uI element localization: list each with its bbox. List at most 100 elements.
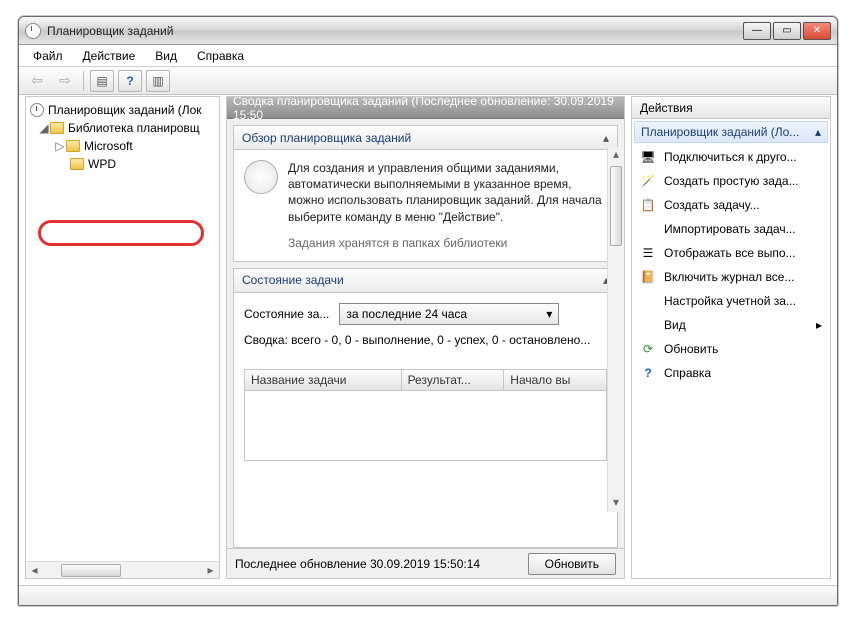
action-label: Настройка учетной за...	[664, 294, 796, 308]
tree-root[interactable]: Планировщик заданий (Лок	[26, 101, 219, 119]
expand-icon[interactable]: ▷	[54, 139, 66, 153]
folder-icon	[70, 158, 84, 170]
period-select[interactable]: за последние 24 часа ▾	[339, 303, 559, 325]
action-label: Импортировать задач...	[664, 222, 796, 236]
scroll-right-icon[interactable]: ▸	[202, 563, 219, 577]
last-update-text: Последнее обновление 30.09.2019 15:50:14	[235, 557, 480, 571]
scroll-left-icon[interactable]: ◂	[26, 563, 43, 577]
menu-file[interactable]: Файл	[25, 47, 71, 65]
close-button[interactable]: ✕	[803, 22, 831, 40]
maximize-button[interactable]: ▭	[773, 22, 801, 40]
back-button[interactable]: ⇦	[25, 70, 49, 92]
list-icon: ☰	[640, 245, 656, 261]
col-start[interactable]: Начало вы	[504, 370, 606, 390]
title-bar[interactable]: Планировщик заданий — ▭ ✕	[19, 17, 837, 45]
actions-list: 🖥Подключиться к друго... 🪄 Создать просту…	[632, 143, 830, 387]
folder-icon	[66, 140, 80, 152]
action-label: Отображать все выпо...	[664, 246, 796, 260]
collapse-up-icon[interactable]: ▴	[815, 125, 821, 139]
tree-root-label: Планировщик заданий (Лок	[48, 103, 202, 117]
actions-pane: Действия Планировщик заданий (Ло... ▴ 🖥П…	[631, 96, 831, 579]
refresh-button[interactable]: Обновить	[528, 553, 616, 575]
actions-subheader[interactable]: Планировщик заданий (Ло... ▴	[634, 121, 828, 143]
action-label: Создать простую зада...	[664, 174, 799, 188]
refresh-icon: ⟳	[640, 341, 656, 357]
overview-truncated: Задания хранятся в папках библиотеки	[288, 235, 607, 251]
settings-icon	[640, 293, 656, 309]
menu-action[interactable]: Действие	[75, 47, 144, 65]
summary-footer: Последнее обновление 30.09.2019 15:50:14…	[227, 548, 624, 578]
action-at-account[interactable]: Настройка учетной за...	[634, 289, 828, 313]
actions-context: Планировщик заданий (Ло...	[641, 125, 799, 139]
tree-hscrollbar[interactable]: ◂ ▸	[26, 561, 219, 578]
show-hide-actions-button[interactable]: ▥	[146, 70, 170, 92]
action-create-task[interactable]: 📋 Создать задачу...	[634, 193, 828, 217]
task-grid-body[interactable]	[244, 391, 607, 461]
period-value: за последние 24 часа	[346, 307, 467, 321]
view-icon	[640, 317, 656, 333]
summary-pane: Сводка планировщика заданий (Последнее о…	[226, 96, 625, 579]
action-import[interactable]: Импортировать задач...	[634, 217, 828, 241]
minimize-button[interactable]: —	[743, 22, 771, 40]
action-show-running[interactable]: ☰ Отображать все выпо...	[634, 241, 828, 265]
scheduler-icon	[30, 103, 44, 117]
col-result[interactable]: Результат...	[402, 370, 505, 390]
scroll-down-icon[interactable]: ▾	[608, 495, 624, 512]
import-icon	[640, 221, 656, 237]
tree-wpd-label: WPD	[88, 157, 116, 171]
state-panel: Состояние задачи ▴ Состояние за... за по…	[233, 268, 618, 548]
task-tree[interactable]: Планировщик заданий (Лок ◢ Библиотека пл…	[26, 97, 219, 561]
state-header[interactable]: Состояние задачи ▴	[234, 269, 617, 293]
action-label: Создать задачу...	[664, 198, 760, 212]
tree-microsoft[interactable]: ▷ Microsoft	[26, 137, 219, 155]
state-title: Состояние задачи	[242, 273, 344, 287]
collapse-up-icon[interactable]: ▴	[603, 131, 609, 145]
action-create-basic[interactable]: 🪄 Создать простую зада...	[634, 169, 828, 193]
submenu-arrow-icon: ▸	[816, 318, 822, 332]
tree-library[interactable]: ◢ Библиотека планировщ	[26, 119, 219, 137]
tree-library-label: Библиотека планировщ	[68, 121, 200, 135]
collapse-icon[interactable]: ◢	[38, 121, 50, 135]
action-view[interactable]: Вид ▸	[634, 313, 828, 337]
tree-pane: Планировщик заданий (Лок ◢ Библиотека пл…	[25, 96, 220, 579]
summary-body: Обзор планировщика заданий ▴ Для создани…	[227, 119, 624, 548]
scroll-up-icon[interactable]: ▴	[608, 147, 624, 164]
summary-vscrollbar[interactable]: ▴ ▾	[607, 147, 624, 512]
app-icon	[25, 23, 41, 39]
action-label: Включить журнал все...	[664, 270, 794, 284]
action-connect[interactable]: 🖥Подключиться к друго...	[634, 145, 828, 169]
menu-help[interactable]: Справка	[189, 47, 252, 65]
action-refresh[interactable]: ⟳ Обновить	[634, 337, 828, 361]
action-label: Вид	[664, 318, 686, 332]
clock-icon	[244, 160, 278, 194]
summary-header: Сводка планировщика заданий (Последнее о…	[227, 97, 624, 119]
computer-icon: 🖥	[640, 149, 656, 165]
forward-button[interactable]: ⇨	[53, 70, 77, 92]
action-help[interactable]: ?Справка	[634, 361, 828, 385]
task-grid-header[interactable]: Название задачи Результат... Начало вы	[244, 369, 607, 391]
tree-microsoft-label: Microsoft	[84, 139, 133, 153]
overview-text: Для создания и управления общими задания…	[288, 160, 607, 225]
folder-icon	[50, 122, 64, 134]
overview-panel: Обзор планировщика заданий ▴ Для создани…	[233, 125, 618, 262]
show-hide-tree-button[interactable]: ▤	[90, 70, 114, 92]
task-icon: 📋	[640, 197, 656, 213]
col-name[interactable]: Название задачи	[245, 370, 402, 390]
wizard-icon: 🪄	[640, 173, 656, 189]
menu-view[interactable]: Вид	[147, 47, 185, 65]
help-toolbar-button[interactable]: ?	[118, 70, 142, 92]
journal-icon: 📔	[640, 269, 656, 285]
overview-header[interactable]: Обзор планировщика заданий ▴	[234, 126, 617, 150]
state-label: Состояние за...	[244, 307, 329, 321]
toolbar: ⇦ ⇨ ▤ ? ▥	[19, 67, 837, 95]
chevron-down-icon: ▾	[546, 307, 552, 321]
app-window: Планировщик заданий — ▭ ✕ Файл Действие …	[18, 16, 838, 606]
summary-text: Сводка: всего - 0, 0 - выполнение, 0 - у…	[244, 333, 607, 347]
tree-wpd[interactable]: WPD	[26, 155, 219, 173]
actions-header: Действия	[632, 97, 830, 119]
scroll-thumb[interactable]	[61, 564, 121, 577]
scroll-thumb[interactable]	[610, 166, 622, 246]
action-label: Обновить	[664, 342, 718, 356]
help-icon: ?	[640, 365, 656, 381]
action-enable-history[interactable]: 📔 Включить журнал все...	[634, 265, 828, 289]
